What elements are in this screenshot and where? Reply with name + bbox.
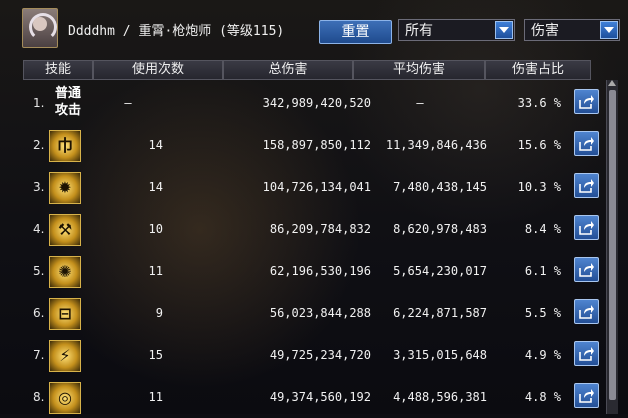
column-header-percent[interactable]: 伤害占比 <box>485 60 591 80</box>
damage-percent-cell: 33.6 % <box>517 96 561 110</box>
scrollbar-thumb[interactable] <box>609 90 616 400</box>
uses-cell: 15 <box>148 348 163 362</box>
table-row: 6. ⊟ 9 56,023,844,288 6,224,871,587 5.5 % <box>23 292 599 334</box>
metric-select-value: 伤害 <box>531 23 559 39</box>
share-icon <box>579 347 594 361</box>
total-damage-cell: 104,726,134,041 <box>262 180 371 194</box>
average-damage-cell: – <box>416 96 424 110</box>
uses-cell: 9 <box>155 306 163 320</box>
row-index: 3. <box>33 180 45 194</box>
damage-table: 技能 使用次数 总伤害 平均伤害 伤害占比 1. 普通攻击 – 342,989,420… <box>23 60 599 414</box>
damage-percent-cell: 15.6 % <box>517 138 561 152</box>
skill-icon-2: 巾 <box>49 130 81 162</box>
share-button[interactable] <box>574 89 599 114</box>
total-damage-cell: 86,209,784,832 <box>269 222 371 236</box>
uses-cell: – <box>124 96 132 110</box>
share-icon <box>579 389 594 403</box>
total-damage-cell: 56,023,844,288 <box>269 306 371 320</box>
table-row: 8. ◎ 11 49,374,560,192 4,488,596,381 4.8 % <box>23 376 599 418</box>
skill-name: 普通攻击 <box>54 86 81 118</box>
uses-cell: 10 <box>148 222 163 236</box>
column-header-total[interactable]: 总伤害 <box>223 60 353 80</box>
share-icon <box>579 221 594 235</box>
share-icon <box>579 305 594 319</box>
row-index: 7. <box>33 348 45 362</box>
row-index: 8. <box>33 390 45 404</box>
damage-percent-cell: 8.4 % <box>524 222 561 236</box>
share-button[interactable] <box>574 215 599 240</box>
average-damage-cell: 7,480,438,145 <box>393 180 487 194</box>
uses-cell: 11 <box>148 264 163 278</box>
share-icon <box>579 263 594 277</box>
damage-percent-cell: 4.8 % <box>524 390 561 404</box>
character-title: Ddddhm / 重霄·枪炮师 (等级115) <box>68 24 285 39</box>
metric-select[interactable]: 伤害 <box>524 19 620 41</box>
uses-cell: 14 <box>148 180 163 194</box>
average-damage-cell: 4,488,596,381 <box>393 390 487 404</box>
total-damage-cell: 158,897,850,112 <box>262 138 371 152</box>
total-damage-cell: 49,725,234,720 <box>269 348 371 362</box>
uses-cell: 11 <box>148 390 163 404</box>
chevron-down-icon[interactable] <box>495 21 513 39</box>
skill-icon-3: ✹ <box>49 172 81 204</box>
damage-percent-cell: 5.5 % <box>524 306 561 320</box>
average-damage-cell: 6,224,871,587 <box>393 306 487 320</box>
share-icon <box>579 137 594 151</box>
chevron-down-icon[interactable] <box>600 21 618 39</box>
table-row: 7. ⚡ 15 49,725,234,720 3,315,015,648 4.9 % <box>23 334 599 376</box>
share-icon <box>579 179 594 193</box>
share-icon <box>579 95 594 109</box>
column-header-uses[interactable]: 使用次数 <box>93 60 223 80</box>
skill-icon-8: ◎ <box>49 382 81 414</box>
table-row: 3. ✹ 14 104,726,134,041 7,480,438,145 10.3 % <box>23 166 599 208</box>
row-index: 5. <box>33 264 45 278</box>
table-row: 5. ✺ 11 62,196,530,196 5,654,230,017 6.1 % <box>23 250 599 292</box>
column-header-average[interactable]: 平均伤害 <box>353 60 485 80</box>
share-button[interactable] <box>574 383 599 408</box>
row-index: 1. <box>33 96 45 110</box>
skill-icon-5: ✺ <box>49 256 81 288</box>
share-button[interactable] <box>574 173 599 198</box>
share-button[interactable] <box>574 257 599 282</box>
total-damage-cell: 342,989,420,520 <box>262 96 371 110</box>
table-row: 4. ⚒ 10 86,209,784,832 8,620,978,483 8.4 % <box>23 208 599 250</box>
reset-button[interactable]: 重置 <box>319 20 392 44</box>
share-button[interactable] <box>574 341 599 366</box>
skill-icon-4: ⚒ <box>49 214 81 246</box>
character-avatar <box>22 8 58 48</box>
row-index: 2. <box>33 138 45 152</box>
table-row: 2. 巾 14 158,897,850,112 11,349,846,436 15.6 % <box>23 124 599 166</box>
skill-icon-7: ⚡ <box>49 340 81 372</box>
uses-cell: 14 <box>148 138 163 152</box>
skill-icon-6: ⊟ <box>49 298 81 330</box>
damage-percent-cell: 4.9 % <box>524 348 561 362</box>
average-damage-cell: 8,620,978,483 <box>393 222 487 236</box>
scroll-up-icon[interactable] <box>608 80 616 86</box>
filter-select[interactable]: 所有 <box>398 19 515 41</box>
average-damage-cell: 5,654,230,017 <box>393 264 487 278</box>
row-index: 6. <box>33 306 45 320</box>
column-header-skill[interactable]: 技能 <box>23 60 93 80</box>
average-damage-cell: 3,315,015,648 <box>393 348 487 362</box>
damage-percent-cell: 10.3 % <box>517 180 561 194</box>
scrollbar[interactable] <box>606 80 618 414</box>
share-button[interactable] <box>574 131 599 156</box>
average-damage-cell: 11,349,846,436 <box>385 138 487 152</box>
row-index: 4. <box>33 222 45 236</box>
damage-percent-cell: 6.1 % <box>524 264 561 278</box>
total-damage-cell: 62,196,530,196 <box>269 264 371 278</box>
share-button[interactable] <box>574 299 599 324</box>
table-row: 1. 普通攻击 – 342,989,420,520 – 33.6 % <box>23 82 599 124</box>
filter-select-value: 所有 <box>405 23 433 39</box>
total-damage-cell: 49,374,560,192 <box>269 390 371 404</box>
